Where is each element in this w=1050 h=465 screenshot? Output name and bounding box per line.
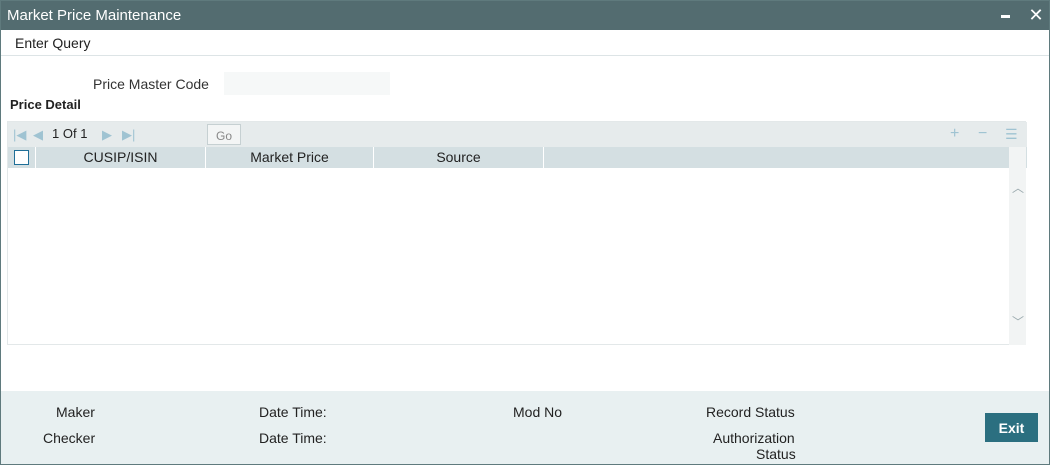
price-detail-title: Price Detail xyxy=(10,97,81,112)
next-page-icon[interactable]: ▶ xyxy=(102,127,112,143)
audit-footer: Maker Checker Date Time: Date Time: Mod … xyxy=(1,391,1049,464)
mod-no-label: Mod No xyxy=(513,404,563,420)
previous-page-icon[interactable]: ◀ xyxy=(33,127,43,143)
price-detail-grid: |◀ ◀ 1 Of 1 ▶ ▶| Go + − ☰ CUSIP/ISIN Mar… xyxy=(7,121,1027,345)
authorization-status-label-line1: Authorization xyxy=(713,430,795,446)
authorization-status-label-line2: Status xyxy=(756,446,796,462)
page-of-label: Of xyxy=(62,126,77,141)
last-page-icon[interactable]: ▶| xyxy=(122,127,135,143)
select-all-checkbox[interactable] xyxy=(14,150,29,165)
price-master-code-input[interactable] xyxy=(224,72,390,95)
select-all-cell xyxy=(8,147,36,168)
grid-pager: |◀ ◀ 1 Of 1 ▶ ▶| Go + − ☰ xyxy=(8,122,1027,147)
minimize-icon[interactable] xyxy=(1001,15,1010,18)
scroll-up-icon[interactable]: ︿ xyxy=(1012,182,1024,194)
first-page-icon[interactable]: |◀ xyxy=(13,127,26,143)
scroll-down-icon[interactable]: ﹀ xyxy=(1012,316,1024,328)
add-row-icon[interactable]: + xyxy=(950,125,959,143)
delete-row-icon[interactable]: − xyxy=(978,125,987,143)
maker-date-time-label: Date Time: xyxy=(259,404,327,420)
column-header-market-price[interactable]: Market Price xyxy=(206,147,374,168)
enter-query-button[interactable]: Enter Query xyxy=(15,35,90,51)
window-title: Market Price Maintenance xyxy=(7,7,182,24)
grid-header-row: CUSIP/ISIN Market Price Source xyxy=(8,147,1027,168)
close-icon[interactable]: ✕ xyxy=(1027,6,1045,24)
title-bar: Market Price Maintenance ✕ xyxy=(1,1,1049,30)
record-status-label: Record Status xyxy=(706,404,795,420)
column-header-source[interactable]: Source xyxy=(374,147,544,168)
column-header-cusip-isin[interactable]: CUSIP/ISIN xyxy=(36,147,206,168)
price-master-code-label: Price Master Code xyxy=(93,76,209,92)
maker-label: Maker xyxy=(56,404,95,420)
exit-button[interactable]: Exit xyxy=(985,413,1038,442)
market-price-maintenance-window: Market Price Maintenance ✕ Enter Query P… xyxy=(0,0,1050,465)
checker-label: Checker xyxy=(43,430,96,446)
total-pages: 1 xyxy=(80,126,88,141)
single-record-view-icon[interactable]: ☰ xyxy=(1005,126,1018,143)
toolbar: Enter Query xyxy=(1,30,1049,56)
checker-date-time-label: Date Time: xyxy=(259,430,327,446)
go-button[interactable]: Go xyxy=(207,124,241,145)
page-info: 1 Of 1 xyxy=(52,126,87,141)
current-page: 1 xyxy=(52,126,60,141)
